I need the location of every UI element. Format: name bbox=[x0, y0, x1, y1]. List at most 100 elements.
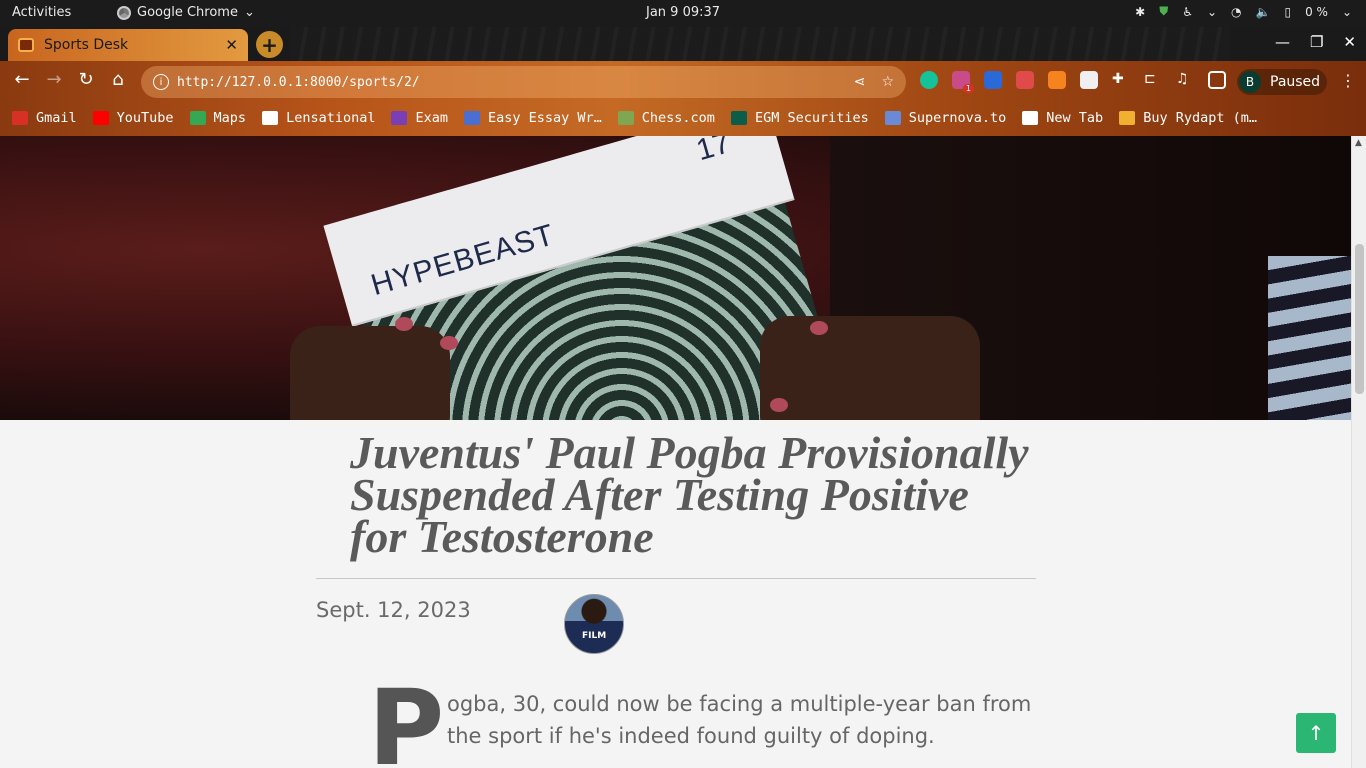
page-content: HYPEBEAST 17 Juventus' Paul Pogba Provis… bbox=[0, 136, 1351, 768]
app-menu[interactable]: Google Chrome ⌄ bbox=[117, 5, 255, 20]
bookmark-favicon-icon bbox=[262, 111, 279, 125]
bookmark-favicon-icon bbox=[1022, 111, 1039, 125]
extension-badge-icon[interactable]: 1 bbox=[952, 71, 974, 93]
article-title: Juventus' Paul Pogba Provisionally Suspe… bbox=[350, 427, 1029, 562]
profile-status: Paused bbox=[1270, 74, 1321, 90]
browser-chrome: Sports Desk ✕ + — ❐ ✕ ← → ↻ ⌂ i http://1… bbox=[0, 27, 1366, 136]
divider bbox=[316, 578, 1036, 579]
bookmark-item[interactable]: Buy Rydapt (m… bbox=[1119, 110, 1257, 126]
screen-capture-icon[interactable] bbox=[984, 71, 1002, 89]
bookmark-label: Buy Rydapt (m… bbox=[1143, 110, 1257, 126]
arrow-up-icon: ↑ bbox=[1307, 721, 1325, 745]
grammarly-icon[interactable] bbox=[920, 71, 938, 89]
side-panel-icon[interactable] bbox=[1208, 71, 1226, 89]
tab-favicon-icon bbox=[18, 38, 34, 52]
bookmark-item[interactable]: YouTube bbox=[92, 110, 174, 126]
tab-strip: Sports Desk ✕ + — ❐ ✕ bbox=[0, 27, 1366, 61]
bookmarks-bar: Gmail YouTube Maps Lensational Exam Easy Essa… bbox=[0, 103, 1366, 133]
address-bar[interactable]: i http://127.0.0.1:8000/sports/2/ ⋖ ☆ bbox=[141, 66, 906, 98]
forward-icon[interactable]: → bbox=[42, 69, 66, 90]
home-icon[interactable]: ⌂ bbox=[106, 69, 130, 90]
shield-icon[interactable]: ⛊ bbox=[1159, 4, 1168, 19]
app-name: Google Chrome bbox=[137, 5, 238, 20]
profile-button[interactable]: B Paused bbox=[1237, 69, 1327, 95]
bookmark-star-icon[interactable]: ☆ bbox=[881, 74, 894, 90]
avatar: B bbox=[1239, 71, 1261, 93]
window-controls: — ❐ ✕ bbox=[1275, 33, 1356, 51]
chevron-down-icon: ⌄ bbox=[1206, 4, 1218, 19]
bookmark-label: Exam bbox=[415, 110, 448, 126]
system-top-bar: Activities Google Chrome ⌄ Jan 9 09:37 ✱… bbox=[0, 0, 1366, 27]
extension-badge-count: 1 bbox=[962, 84, 974, 93]
bookmark-item[interactable]: Maps bbox=[189, 110, 247, 126]
browser-toolbar: ← → ↻ ⌂ i http://127.0.0.1:8000/sports/2… bbox=[0, 61, 1366, 101]
bookmark-favicon-icon bbox=[189, 111, 206, 125]
close-window-icon[interactable]: ✕ bbox=[1343, 33, 1356, 51]
bookmark-label: Gmail bbox=[36, 110, 77, 126]
media-control-icon[interactable]: ♫ bbox=[1176, 71, 1194, 89]
bookmark-item[interactable]: Chess.com bbox=[617, 110, 715, 126]
bookmark-item[interactable]: Supernova.to bbox=[884, 110, 1007, 126]
bookmark-label: Supernova.to bbox=[908, 110, 1007, 126]
puzzle-icon[interactable]: ✚ bbox=[1112, 71, 1130, 89]
article-body: ogba, 30, could now be facing a multiple… bbox=[447, 692, 1032, 748]
cast-icon[interactable]: ⊏ bbox=[1144, 71, 1162, 89]
chevron-down-icon: ⌄ bbox=[1341, 4, 1352, 19]
back-icon[interactable]: ← bbox=[10, 69, 34, 90]
bookmark-item[interactable]: Gmail bbox=[12, 110, 77, 126]
maximize-icon[interactable]: ❐ bbox=[1310, 33, 1323, 51]
scroll-up-icon[interactable]: ▲ bbox=[1355, 138, 1362, 148]
chevron-down-icon: ⌄ bbox=[243, 5, 255, 20]
bookmark-favicon-icon bbox=[617, 111, 634, 125]
url-text[interactable]: http://127.0.0.1:8000/sports/2/ bbox=[177, 75, 838, 90]
bookmark-item[interactable]: Exam bbox=[391, 110, 448, 126]
metamask-icon[interactable] bbox=[1048, 71, 1066, 89]
left-hand bbox=[290, 326, 450, 420]
bookmark-label: New Tab bbox=[1046, 110, 1104, 126]
drop-cap: P bbox=[368, 667, 445, 768]
tab-sports-desk[interactable]: Sports Desk ✕ bbox=[8, 29, 248, 61]
reload-icon[interactable]: ↻ bbox=[74, 69, 98, 90]
scrollbar-thumb[interactable] bbox=[1355, 244, 1364, 394]
bookmark-label: EGM Securities bbox=[754, 110, 869, 126]
bookmark-item[interactable]: EGM Securities bbox=[730, 110, 869, 126]
bookmark-favicon-icon bbox=[730, 111, 747, 125]
qr-code-icon[interactable] bbox=[1080, 71, 1098, 89]
extension-icon[interactable] bbox=[1016, 71, 1034, 89]
article-date: Sept. 12, 2023 bbox=[316, 598, 471, 622]
bookmark-favicon-icon bbox=[884, 111, 901, 125]
bookmark-label: Chess.com bbox=[641, 110, 715, 126]
bookmark-favicon-icon bbox=[92, 111, 109, 125]
chrome-icon bbox=[117, 5, 131, 20]
extensions-bar: 1 ✚ ⊏ ♫ bbox=[920, 71, 1226, 93]
clock[interactable]: Jan 9 09:37 bbox=[646, 5, 720, 20]
kebab-menu-icon[interactable]: ⋮ bbox=[1340, 71, 1356, 90]
new-tab-button[interactable]: + bbox=[256, 31, 283, 58]
bookmark-favicon-icon bbox=[463, 111, 480, 125]
accessibility-icon[interactable]: ♿ bbox=[1182, 5, 1193, 19]
bookmark-favicon-icon bbox=[1119, 111, 1136, 125]
scrollbar[interactable]: ▲ bbox=[1351, 136, 1366, 768]
wifi-icon: ◔ bbox=[1231, 4, 1242, 19]
close-icon[interactable]: ✕ bbox=[225, 36, 238, 54]
back-to-top-button[interactable]: ↑ bbox=[1296, 713, 1336, 753]
volume-icon: 🔈 bbox=[1255, 4, 1271, 19]
magazine-issue: 17 bbox=[692, 136, 735, 168]
slack-icon[interactable]: ✱ bbox=[1135, 5, 1145, 19]
striped-sleeve bbox=[1268, 256, 1351, 420]
bookmark-label: Maps bbox=[213, 110, 247, 126]
bookmark-item[interactable]: Easy Essay Wr… bbox=[463, 110, 602, 126]
bookmark-item[interactable]: New Tab bbox=[1022, 110, 1103, 126]
share-icon[interactable]: ⋖ bbox=[854, 74, 866, 90]
bookmark-favicon-icon bbox=[391, 111, 408, 125]
hero-image: HYPEBEAST 17 bbox=[0, 136, 1351, 420]
battery-icon: ▯ bbox=[1284, 4, 1292, 19]
bookmark-label: Lensational bbox=[286, 110, 376, 126]
author-avatar[interactable]: FILM bbox=[564, 594, 624, 654]
bookmark-item[interactable]: Lensational bbox=[262, 110, 375, 126]
system-tray[interactable]: ✱ ⛊ ♿ ⌄ ◔ 🔈 ▯ 0 % ⌄ bbox=[1135, 4, 1352, 19]
activities-button[interactable]: Activities bbox=[12, 5, 71, 20]
site-info-icon[interactable]: i bbox=[153, 74, 169, 90]
battery-percent: 0 % bbox=[1305, 4, 1328, 19]
minimize-icon[interactable]: — bbox=[1275, 33, 1290, 51]
